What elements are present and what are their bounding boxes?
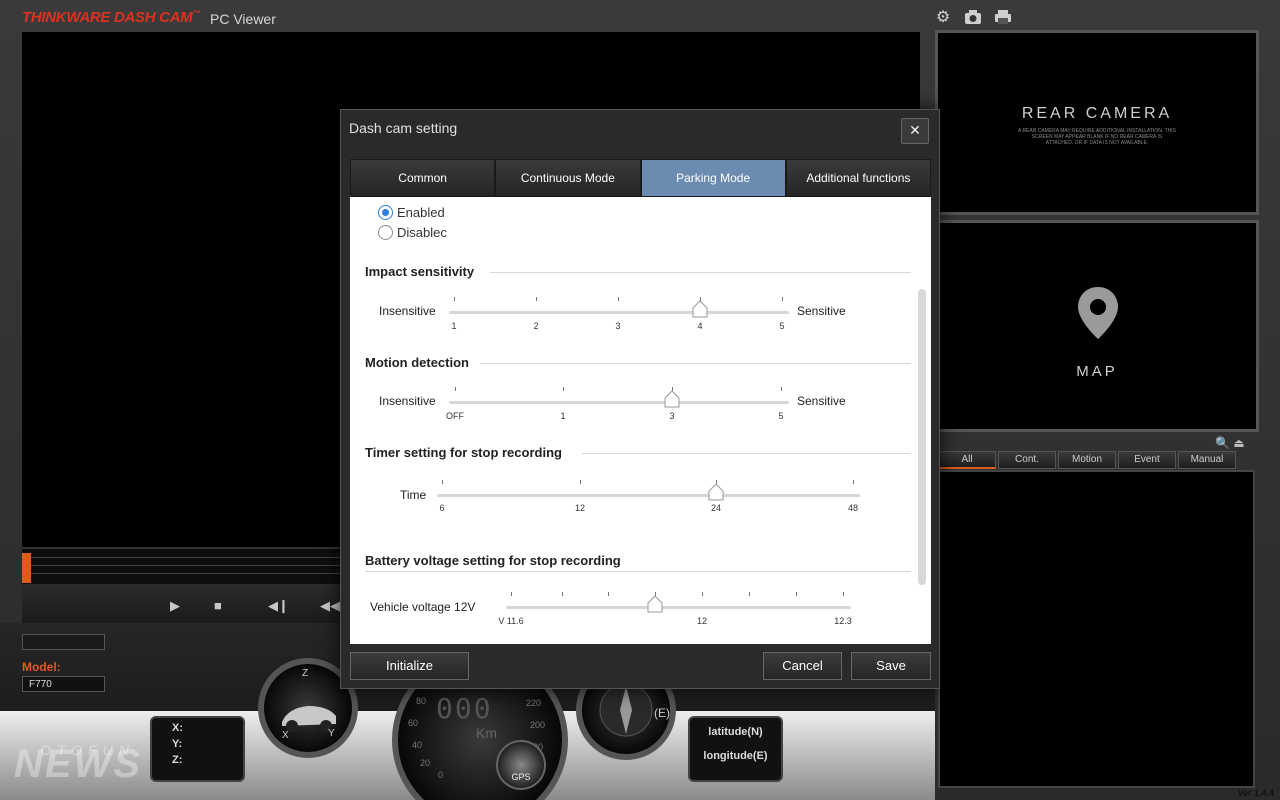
app-window: THINKWARE DASH CAM™ PC Viewer ⚙ ▶ ■ ◀❙ ◀… xyxy=(0,0,1280,800)
tab-continuous-mode[interactable]: Continuous Mode xyxy=(495,159,641,197)
timer-slider-thumb[interactable] xyxy=(708,483,724,501)
gauge-z-label: Z xyxy=(302,668,309,679)
version-label: Ver 1.4.4 xyxy=(1237,788,1274,798)
battery-label: Vehicle voltage 12V xyxy=(370,600,476,614)
motion-left-label: Insensitive xyxy=(379,394,436,408)
tab-all[interactable]: All xyxy=(938,451,996,469)
stop-button[interactable]: ■ xyxy=(214,598,222,613)
timeline-marker[interactable] xyxy=(22,553,31,583)
dialog-title: Dash cam setting xyxy=(349,120,458,136)
tab-motion[interactable]: Motion xyxy=(1058,451,1116,469)
radio-enabled[interactable]: Enabled xyxy=(378,205,445,220)
battery-slider-thumb[interactable] xyxy=(647,595,663,613)
gsensor-readout: X: Y: Z: xyxy=(150,716,245,782)
tab-parking-mode[interactable]: Parking Mode xyxy=(640,159,786,197)
gauge-x-label: X xyxy=(282,730,289,741)
impact-left-label: Insensitive xyxy=(379,304,436,318)
info-field xyxy=(22,634,105,650)
speed-unit: Km xyxy=(476,725,497,741)
settings-icon[interactable]: ⚙ xyxy=(934,9,952,27)
latitude-label: latitude(N) xyxy=(708,726,763,738)
map-panel[interactable]: MAP xyxy=(935,220,1259,432)
radio-disabled-dot[interactable] xyxy=(378,225,393,240)
play-button[interactable]: ▶ xyxy=(170,598,180,614)
battery-title: Battery voltage setting for stop recordi… xyxy=(365,553,621,568)
gps-coordinates: latitude(N) longitude(E) xyxy=(688,716,783,782)
tab-common[interactable]: Common xyxy=(350,159,496,197)
impact-slider[interactable] xyxy=(449,311,789,314)
speed-value: 000 xyxy=(436,692,493,725)
initialize-button[interactable]: Initialize xyxy=(350,652,469,680)
motion-slider[interactable] xyxy=(449,401,789,404)
compass-direction: (E) xyxy=(654,706,670,720)
motion-right-label: Sensitive xyxy=(797,394,846,408)
rear-camera-panel[interactable]: REAR CAMERA A REAR CAMERA MAY REQUIRE AD… xyxy=(935,30,1259,215)
title-bar: THINKWARE DASH CAM™ PC Viewer ⚙ xyxy=(0,0,1280,32)
rear-camera-title: REAR CAMERA xyxy=(1021,105,1173,122)
y-axis-label: Y: xyxy=(172,738,183,750)
rear-camera-note: A REAR CAMERA MAY REQUIRE ADDITIONAL INS… xyxy=(1018,128,1176,146)
model-label: Model: xyxy=(22,660,61,674)
brand-logo: THINKWARE DASH CAM™ xyxy=(22,9,201,26)
impact-slider-thumb[interactable] xyxy=(692,300,708,318)
tab-continuous[interactable]: Cont. xyxy=(998,451,1056,469)
model-value: F770 xyxy=(22,676,105,692)
cancel-button[interactable]: Cancel xyxy=(763,652,842,680)
z-axis-label: Z: xyxy=(172,754,183,766)
map-pin-icon xyxy=(1078,287,1118,339)
tab-additional-functions[interactable]: Additional functions xyxy=(785,159,931,197)
app-subtitle: PC Viewer xyxy=(210,11,276,27)
settings-tabs: Common Continuous Mode Parking Mode Addi… xyxy=(350,159,931,197)
search-icon[interactable]: 🔍 xyxy=(1215,436,1230,450)
settings-dialog: Dash cam setting ✕ Common Continuous Mod… xyxy=(340,109,940,689)
x-axis-label: X: xyxy=(172,722,183,734)
motion-title: Motion detection xyxy=(365,355,469,370)
timer-label: Time xyxy=(400,488,427,502)
save-button[interactable]: Save xyxy=(851,652,931,680)
gauge-y-label: Y xyxy=(328,728,335,739)
impact-title: Impact sensitivity xyxy=(365,264,475,279)
watermark-bottom: NEWS xyxy=(14,742,142,786)
eject-icon[interactable]: ⏏ xyxy=(1233,436,1244,450)
timer-title: Timer setting for stop recording xyxy=(365,445,562,460)
content-scrollbar[interactable] xyxy=(918,289,926,585)
file-list-tabs: All Cont. Motion Event Manual xyxy=(938,451,1236,469)
file-list[interactable] xyxy=(938,470,1255,788)
battery-slider[interactable] xyxy=(506,606,851,609)
list-tool-icons: 🔍 ⏏ xyxy=(1215,436,1245,450)
radio-enabled-dot[interactable] xyxy=(378,205,393,220)
longitude-label: longitude(E) xyxy=(703,750,768,762)
settings-content: Enabled Disablec Impact sensitivity Inse… xyxy=(350,197,931,644)
close-icon[interactable]: ✕ xyxy=(901,118,929,144)
tab-event[interactable]: Event xyxy=(1118,451,1176,469)
prev-frame-button[interactable]: ◀❙ xyxy=(268,598,289,614)
gps-icon: GPS xyxy=(496,740,546,790)
impact-right-label: Sensitive xyxy=(797,304,846,318)
motion-slider-thumb[interactable] xyxy=(664,390,680,408)
timer-slider[interactable] xyxy=(437,494,860,497)
radio-disabled[interactable]: Disablec xyxy=(378,225,447,240)
tab-manual[interactable]: Manual xyxy=(1178,451,1236,469)
print-icon[interactable] xyxy=(994,9,1012,27)
map-title: MAP xyxy=(1076,363,1118,380)
rewind-button[interactable]: ◀◀ xyxy=(320,598,340,614)
camera-icon[interactable] xyxy=(964,9,982,27)
